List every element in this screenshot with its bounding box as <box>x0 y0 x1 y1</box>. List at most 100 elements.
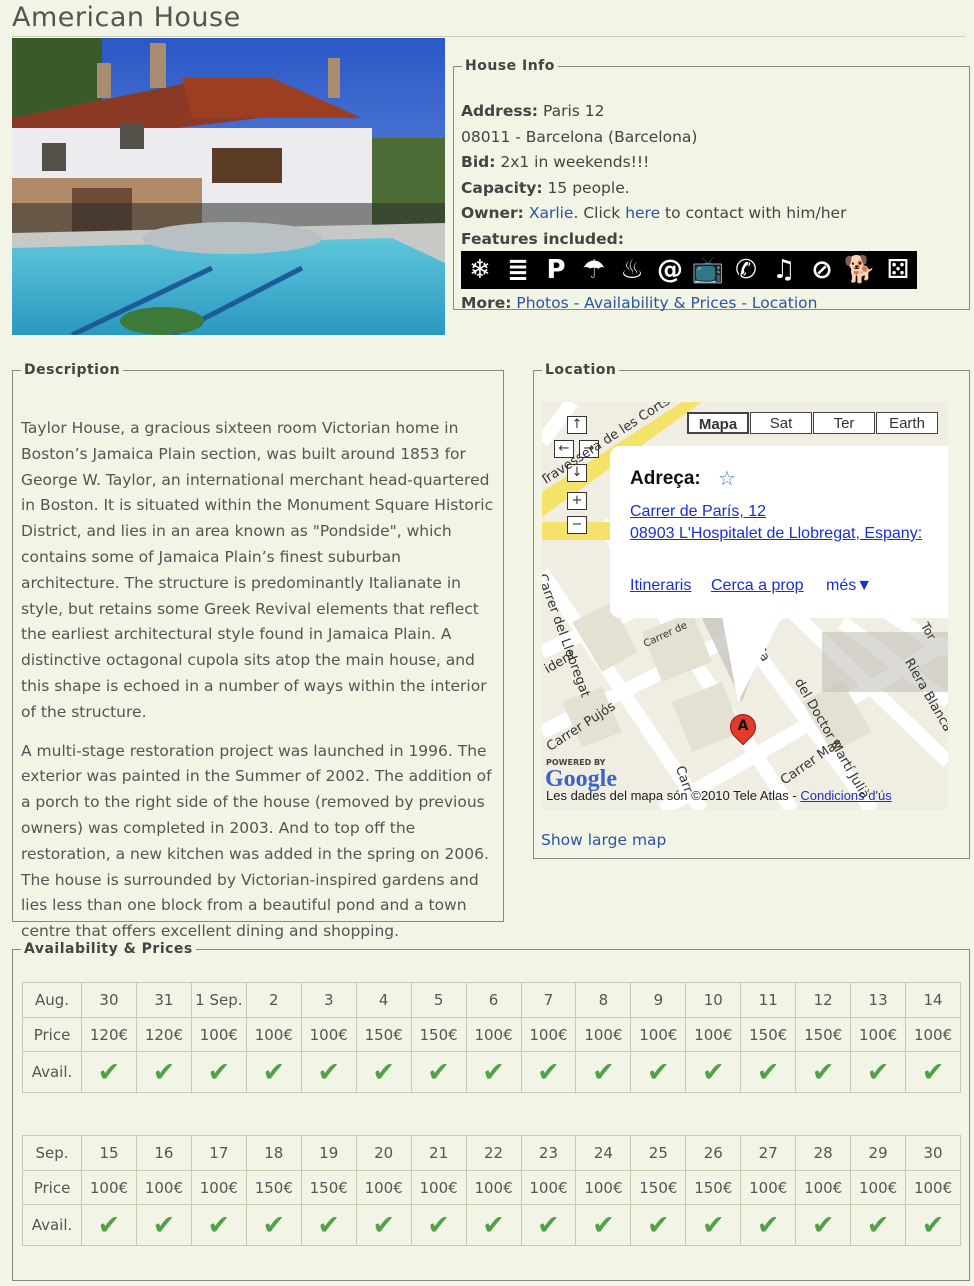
price-cell: 150€ <box>245 1170 302 1205</box>
price-cell: 100€ <box>410 1170 467 1205</box>
avail-cell: ✔ <box>795 1051 852 1093</box>
map-type-mapa-button[interactable]: Mapa <box>687 412 749 434</box>
day-cell: 25 <box>630 1135 687 1171</box>
checkmark-icon: ✔ <box>921 1209 945 1241</box>
avail-cell: ✔ <box>135 1051 192 1093</box>
owner-line: Owner: Xarlie. Click here to contact wit… <box>461 204 846 222</box>
terms-link[interactable]: Condicions d'ús <box>800 788 891 803</box>
price-cell: 100€ <box>81 1170 137 1205</box>
show-large-map-link[interactable]: Show large map <box>541 831 666 849</box>
avail-cell: ✔ <box>630 1051 687 1093</box>
day-cell: 19 <box>300 1135 357 1171</box>
checkmark-icon: ✔ <box>317 1056 341 1088</box>
photos-link[interactable]: Photos <box>516 294 568 312</box>
price-cell: 100€ <box>795 1170 852 1205</box>
page-title: American House <box>12 2 241 33</box>
location-link[interactable]: Location <box>752 294 818 312</box>
price-cell: 100€ <box>905 1017 961 1052</box>
day-cell: 9 <box>630 982 687 1018</box>
checkmark-icon: ✔ <box>317 1209 341 1241</box>
parking-icon: P <box>546 255 566 285</box>
more-separator: - <box>736 294 752 312</box>
avail-cell: ✔ <box>410 1051 467 1093</box>
address-line-2-link[interactable]: 08903 L'Hospitalet de Llobregat, Espany: <box>630 525 922 543</box>
price-cell: 120€ <box>135 1017 192 1052</box>
map-type-earth-button[interactable]: Earth <box>876 412 938 434</box>
price-cell: 150€ <box>740 1017 797 1052</box>
avail-cell: ✔ <box>685 1204 742 1246</box>
price-cell: 100€ <box>850 1170 907 1205</box>
price-cell: 100€ <box>465 1170 522 1205</box>
star-icon[interactable]: ☆ <box>718 466 736 491</box>
avail-cell: ✔ <box>190 1204 247 1246</box>
avail-cell: ✔ <box>630 1204 687 1246</box>
price-cell: 100€ <box>355 1170 412 1205</box>
prices-row: Price 120€ 120€ 100€ 100€ 100€ 150€ 150€ 100€ 100… <box>22 1017 961 1052</box>
contact-owner-link[interactable]: here <box>625 204 660 222</box>
capacity-value: 15 people. <box>547 179 630 197</box>
map-type-sat-button[interactable]: Sat <box>750 412 812 434</box>
description-paragraph: A multi-stage restoration project was la… <box>21 741 492 941</box>
price-cell: 100€ <box>575 1017 632 1052</box>
address-line-1-link[interactable]: Carrer de París, 12 <box>630 503 766 521</box>
itineraris-link[interactable]: Itineraris <box>630 577 691 595</box>
map-type-ter-button[interactable]: Ter <box>813 412 875 434</box>
avail-cell: ✔ <box>850 1204 907 1246</box>
address-line: Address: Paris 12 <box>461 102 605 120</box>
avail-cell: ✔ <box>520 1051 577 1093</box>
day-cell: 26 <box>685 1135 742 1171</box>
price-cell: 100€ <box>575 1170 632 1205</box>
days-row: Aug. 30 31 1 Sep. 2 3 4 5 6 7 8 9 10 11 12 13 14 <box>22 982 961 1018</box>
day-cell: 2 <box>245 982 302 1018</box>
avail-cell: ✔ <box>81 1051 137 1093</box>
availability-prices-link[interactable]: Availability & Prices <box>584 294 736 312</box>
day-cell: 6 <box>465 982 522 1018</box>
checkmark-icon: ✔ <box>866 1209 890 1241</box>
availability-row: Avail. ✔ ✔ ✔ ✔ ✔ ✔ ✔ ✔ ✔ ✔ ✔ ✔ ✔ ✔ ✔ ✔ <box>22 1204 961 1246</box>
checkmark-icon: ✔ <box>427 1056 450 1088</box>
info-window-title: Adreça: <box>630 468 701 489</box>
price-cell: 100€ <box>190 1017 247 1052</box>
mes-link[interactable]: més▼ <box>826 577 872 595</box>
avail-cell: ✔ <box>905 1051 961 1093</box>
day-cell: 5 <box>410 982 467 1018</box>
zoom-out-button[interactable]: − <box>567 516 587 534</box>
day-cell: 28 <box>795 1135 852 1171</box>
pets-icon: 🐕 <box>843 255 877 285</box>
avail-cell: ✔ <box>575 1204 632 1246</box>
day-cell: 4 <box>355 982 412 1018</box>
more-line: More: Photos - Availability & Prices - L… <box>461 294 817 312</box>
avail-cell: ✔ <box>300 1051 357 1093</box>
map-copyright: Les dades del mapa són ©2010 Tele Atlas … <box>546 788 892 803</box>
price-cell: 150€ <box>795 1017 852 1052</box>
cerca-a-prop-link[interactable]: Cerca a prop <box>711 577 804 595</box>
price-cell: 150€ <box>300 1170 357 1205</box>
price-cell: 150€ <box>630 1170 687 1205</box>
description-paragraph: Taylor House, a gracious sixteen room Vi… <box>21 419 494 721</box>
day-cell: 8 <box>575 982 632 1018</box>
price-cell: 120€ <box>81 1017 137 1052</box>
house-photo[interactable] <box>12 38 445 335</box>
google-map[interactable]: ↑ ← → ↓ + − Mapa Sat Ter Earth Travesser… <box>542 402 948 810</box>
avail-cell: ✔ <box>245 1051 302 1093</box>
owner-text-2: to contact with him/her <box>660 204 847 222</box>
location-legend: Location <box>545 362 617 378</box>
price-label: Price <box>22 1017 82 1052</box>
pan-up-button[interactable]: ↑ <box>567 416 587 434</box>
checkmark-icon: ✔ <box>482 1056 505 1088</box>
checkmark-icon: ✔ <box>647 1209 670 1241</box>
avail-label: Avail. <box>22 1051 82 1093</box>
price-cell: 100€ <box>685 1017 742 1052</box>
price-cell: 100€ <box>520 1170 577 1205</box>
capacity-line: Capacity: 15 people. <box>461 179 630 197</box>
internet-icon: @ <box>657 255 683 285</box>
description-legend: Description <box>24 362 121 378</box>
day-cell: 31 <box>135 982 192 1018</box>
no-smoking-icon: ⊘ <box>811 255 833 285</box>
music-icon: ♫ <box>772 255 796 285</box>
checkmark-icon: ✔ <box>97 1209 121 1241</box>
price-cell: 100€ <box>520 1017 577 1052</box>
owner-link[interactable]: Xarlie <box>529 204 574 222</box>
zoom-in-button[interactable]: + <box>567 492 587 510</box>
features-label: Features included: <box>461 230 624 248</box>
